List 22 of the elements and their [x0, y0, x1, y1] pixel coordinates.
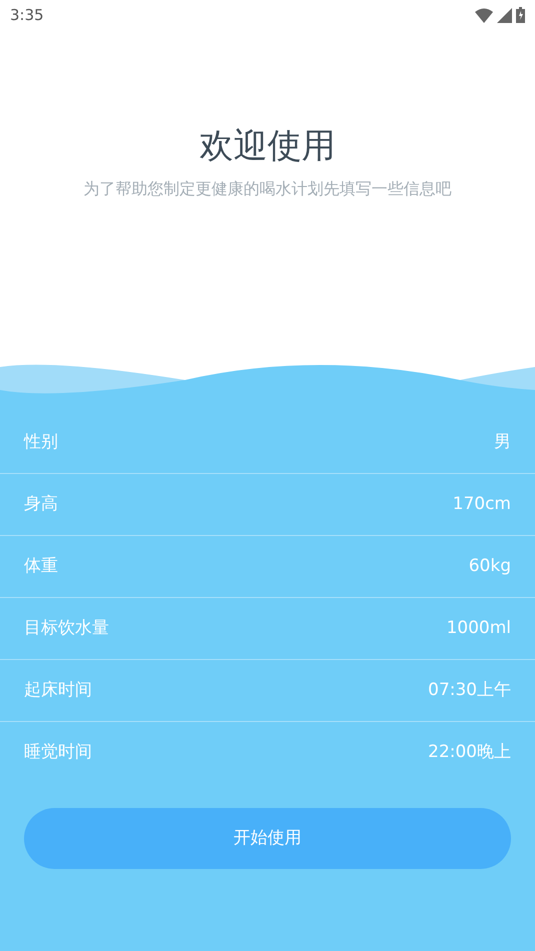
form-row[interactable]: 身高 170cm	[0, 474, 535, 536]
form-row[interactable]: 目标饮水量 1000ml	[0, 598, 535, 660]
field-label: 体重	[24, 554, 58, 578]
field-value: 22:00晚上	[428, 741, 511, 764]
form-row[interactable]: 睡觉时间 22:00晚上	[0, 722, 535, 784]
welcome-subtitle: 为了帮助您制定更健康的喝水计划先填写一些信息吧	[82, 178, 452, 200]
form-row[interactable]: 起床时间 07:30上午	[0, 660, 535, 722]
field-value: 男	[494, 430, 511, 454]
start-button[interactable]: 开始使用	[24, 808, 511, 869]
field-value: 60kg	[468, 554, 511, 578]
form-row[interactable]: 体重 60kg	[0, 536, 535, 598]
field-value: 1000ml	[446, 616, 511, 640]
field-label: 身高	[24, 492, 58, 516]
welcome-title: 欢迎使用	[198, 126, 336, 167]
field-label: 起床时间	[24, 678, 92, 702]
status-time: 3:35	[10, 4, 44, 26]
field-value: 07:30上午	[428, 678, 511, 702]
field-label: 性别	[24, 430, 58, 454]
field-label: 目标饮水量	[24, 616, 109, 640]
field-label: 睡觉时间	[24, 741, 92, 764]
form-row[interactable]: 性别 男	[0, 412, 535, 474]
field-value: 170cm	[452, 492, 511, 516]
